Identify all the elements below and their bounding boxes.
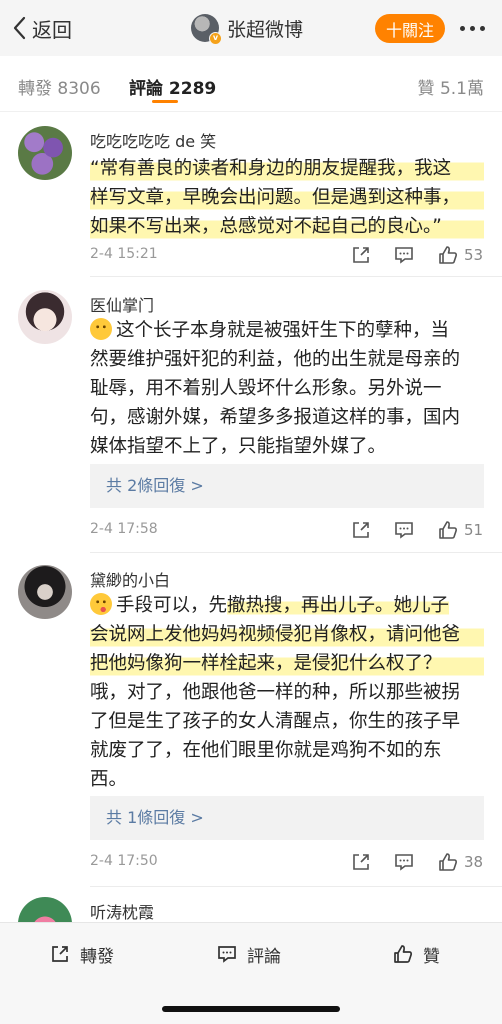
comment-time: 2-4 15:21 [90, 246, 158, 262]
like-count: 53 [464, 246, 484, 264]
like-post-button[interactable]: 贊 [392, 941, 440, 967]
comment-author[interactable]: 听涛枕霞 [90, 899, 154, 923]
bottom-action-bar: 轉發 評論 贊 [0, 922, 502, 1024]
comment-meta: 2-4 17:58 51 [90, 519, 484, 541]
share-button[interactable] [350, 244, 372, 266]
tab-bar: 轉發 8306 評論 2289 贊 5.1萬 [0, 56, 502, 112]
like-label: 贊 [423, 946, 440, 967]
avatar[interactable] [18, 290, 72, 344]
reply-button[interactable] [393, 244, 415, 266]
repost-button[interactable]: 轉發 [49, 941, 114, 967]
share-button[interactable] [350, 519, 372, 541]
top-nav-bar: 返回 v 张超微博 十關注 [0, 0, 502, 56]
follow-button[interactable]: 十關注 [375, 14, 445, 43]
like-button[interactable] [437, 244, 459, 266]
comment-line: 会说网上发他妈妈视频侵犯肖像权，请问他爸 [90, 620, 484, 649]
comment-line: 样写文章，早晚会出问题。但是遇到这种事， [90, 183, 484, 212]
divider [90, 276, 502, 277]
comment-line: 然要维护强奸犯的利益，他的出生就是母亲的 [90, 349, 461, 370]
avatar[interactable] [18, 126, 72, 180]
repost-label: 轉發 [80, 946, 114, 967]
comment-line: 句，感谢外媒，希望多多报道这样的事，国内 [90, 407, 461, 428]
comment-line: 就废了了，在他们眼里你就是鸡狗不如的东 [90, 740, 442, 761]
comment-text: 手段可以，先撤热搜，再出儿子。她儿子 会说网上发他妈妈视频侵犯肖像权，请问他爸 … [90, 591, 484, 794]
comment-icon [218, 946, 236, 963]
page-title: 张超微博 [227, 18, 304, 41]
dot-icon [469, 25, 475, 31]
comment-line: 了但是生了孩子的女人清醒点，你生的孩子早 [90, 711, 461, 732]
follow-label: 十關注 [385, 20, 434, 40]
thumbs-up-icon [439, 853, 457, 871]
comment-line-text: 撤热搜，再出儿子。她儿子 [227, 595, 450, 616]
view-replies-button[interactable]: 共 2條回復 > [90, 464, 484, 508]
reply-button[interactable] [393, 851, 415, 873]
like-button[interactable] [437, 851, 459, 873]
share-icon [353, 247, 369, 263]
comment-line: 媒体指望不上了，只能指望外媒了。 [90, 436, 387, 457]
comment-author[interactable]: 黛緲的小白 [90, 567, 170, 591]
comment-text: 这个长子本身就是被强奸生下的孽种，当 然要维护强奸犯的利益，他的出生就是母亲的 … [90, 316, 484, 461]
tongue-emoji-icon [90, 593, 112, 615]
share-icon [52, 946, 68, 962]
dot-icon [459, 25, 465, 31]
comment-line-text: 手段可以，先 [116, 595, 228, 616]
dot-icon [479, 25, 485, 31]
comment-label: 評論 [247, 946, 281, 967]
comment-line: 如果不写出来，总感觉对不起自己的良心。” [90, 212, 484, 241]
verified-badge-icon: v [209, 32, 222, 45]
smile-emoji-icon [90, 318, 112, 340]
comment-line: “常有善良的读者和身边的朋友提醒我，我这 [90, 154, 484, 183]
divider [90, 552, 502, 553]
chevron-left-icon [13, 16, 26, 40]
comment-time: 2-4 17:50 [90, 853, 158, 869]
comment-time: 2-4 17:58 [90, 521, 158, 537]
share-icon [353, 854, 369, 870]
view-replies-button[interactable]: 共 1條回復 > [90, 796, 484, 840]
comment-meta: 2-4 17:50 38 [90, 851, 484, 873]
thumbs-up-icon [439, 521, 457, 539]
comment-icon [395, 522, 413, 539]
like-button[interactable] [437, 519, 459, 541]
thumbs-up-icon [394, 945, 413, 963]
comment-author[interactable]: 医仙掌门 [90, 292, 154, 316]
comment-text: “常有善良的读者和身边的朋友提醒我，我这 样写文章，早晚会出问题。但是遇到这种事… [90, 154, 484, 241]
comment-icon [395, 854, 413, 871]
active-tab-indicator [152, 100, 178, 103]
like-count: 51 [464, 521, 484, 539]
comment-line: 把他妈像狗一样栓起来，是侵犯什么权了？ [90, 649, 484, 678]
comment-line: 哦，对了，他跟他爸一样的种，所以那些被拐 [90, 682, 461, 703]
comment-author[interactable]: 吃吃吃吃吃 de 笑 [90, 128, 216, 152]
comment-line: 这个长子本身就是被强奸生下的孽种，当 [90, 316, 484, 345]
comment-line: 西。 [90, 769, 128, 790]
back-button[interactable]: 返回 [12, 14, 72, 42]
more-options-button[interactable] [452, 14, 492, 42]
home-indicator[interactable] [162, 1006, 340, 1012]
tab-reposts[interactable]: 轉發 8306 [18, 74, 101, 99]
comment-meta: 2-4 15:21 53 [90, 244, 484, 266]
avatar[interactable] [18, 565, 72, 619]
tab-comments[interactable]: 評論 2289 [129, 74, 216, 99]
comment-button[interactable]: 評論 [216, 941, 281, 967]
thumbs-up-icon [439, 246, 457, 264]
profile-header[interactable]: v 张超微博 [191, 13, 304, 45]
reply-button[interactable] [393, 519, 415, 541]
share-button[interactable] [350, 851, 372, 873]
share-icon [353, 522, 369, 538]
comment-icon [395, 247, 413, 264]
like-count: 38 [464, 853, 484, 871]
divider [90, 886, 502, 887]
tab-likes[interactable]: 贊 5.1萬 [418, 74, 484, 99]
comment-line-text: 这个长子本身就是被强奸生下的孽种，当 [116, 320, 450, 341]
avatar: v [191, 14, 222, 45]
comment-line: 手段可以，先撤热搜，再出儿子。她儿子 [90, 591, 484, 620]
comment-line: 耻辱，用不着别人毁坏什么形象。另外说一 [90, 378, 442, 399]
back-label: 返回 [32, 17, 72, 42]
